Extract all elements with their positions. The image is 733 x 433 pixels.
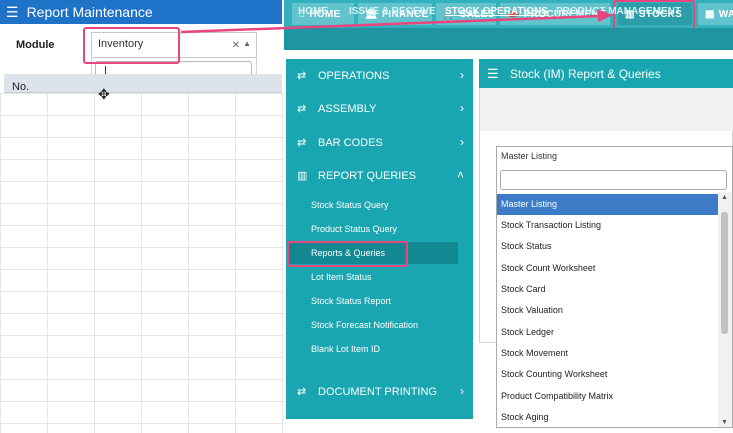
annotation-arrow (180, 9, 613, 34)
